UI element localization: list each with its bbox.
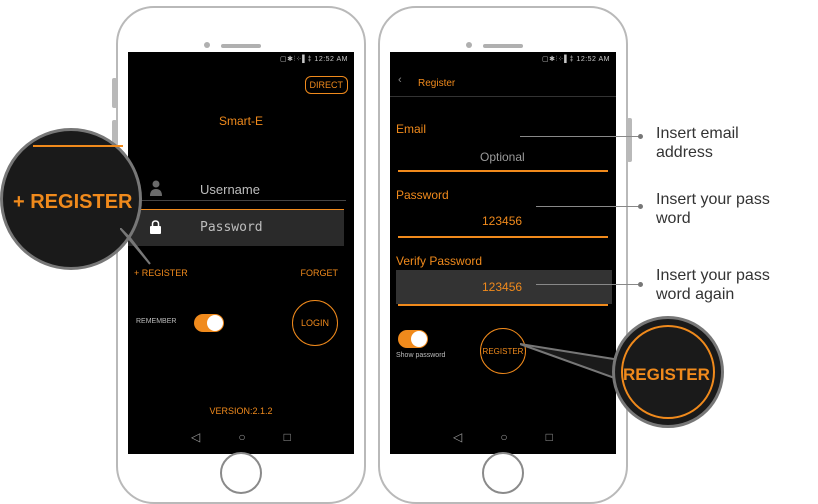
screen-title: Register [418, 78, 456, 89]
header-divider [390, 96, 616, 97]
zoom-register-button-text: REGISTER [623, 365, 710, 384]
nav-back-icon[interactable]: ◁ [453, 430, 462, 444]
side-button [627, 118, 632, 162]
home-button[interactable] [482, 452, 524, 494]
show-password-toggle[interactable] [398, 330, 428, 348]
callout-verify-password: Insert your pass word again [656, 267, 770, 303]
home-button[interactable] [220, 452, 262, 494]
back-icon[interactable]: ‹ [398, 74, 402, 86]
password-row: Password [128, 209, 344, 246]
callout-line [536, 206, 640, 207]
password-label: Password [396, 188, 449, 202]
callout-dot [638, 204, 643, 209]
speaker [483, 44, 523, 48]
speaker [221, 44, 261, 48]
email-label: Email [396, 122, 427, 136]
callout-dot [638, 282, 643, 287]
zoom-underline [33, 145, 123, 147]
remember-label: REMEMBER [136, 318, 177, 325]
forget-link[interactable]: FORGET [301, 268, 339, 278]
nav-recent-icon[interactable]: □ [546, 430, 553, 444]
callout-password: Insert your pass word [656, 191, 770, 227]
android-nav-bar: ◁ ○ □ [390, 420, 616, 454]
callout-dot [638, 134, 643, 139]
verify-password-input[interactable]: 123456 [482, 280, 522, 294]
verify-underline [398, 304, 608, 306]
side-button [112, 78, 117, 108]
password-input[interactable]: 123456 [482, 214, 522, 228]
register-screen: ▢✱⫶⁘▌‡ 12:52 AM ‹ Register Email Optiona… [390, 52, 616, 454]
nav-recent-icon[interactable]: □ [284, 430, 291, 444]
version-text: VERSION:2.1.2 [209, 406, 273, 416]
login-button[interactable]: LOGIN [292, 300, 338, 346]
user-icon [150, 180, 162, 196]
zoom-bubble-register-button: REGISTER [612, 316, 724, 428]
verify-password-row: 123456 [396, 270, 612, 304]
callout-line [536, 284, 640, 285]
username-input[interactable]: Username [200, 182, 260, 197]
remember-toggle[interactable] [194, 314, 224, 332]
password-input[interactable]: Password [200, 220, 263, 235]
camera [466, 42, 472, 48]
camera [204, 42, 210, 48]
login-screen: ▢✱⫶⁘▌‡ 12:52 AM DIRECT Smart-E Username … [128, 52, 354, 454]
status-bar: ▢✱⫶⁘▌‡ 12:52 AM [542, 56, 610, 63]
nav-home-icon[interactable]: ○ [238, 430, 245, 444]
nav-home-icon[interactable]: ○ [500, 430, 507, 444]
zoom-register-text: + REGISTER [13, 191, 133, 213]
callout-line [520, 136, 640, 137]
username-underline [136, 200, 346, 201]
zoom-pointer [120, 228, 151, 265]
android-nav-bar: ◁ ○ □ [128, 420, 354, 454]
phone-right: ▢✱⫶⁘▌‡ 12:52 AM ‹ Register Email Optiona… [378, 6, 632, 504]
app-title: Smart-E [218, 114, 263, 128]
nav-back-icon[interactable]: ◁ [191, 430, 200, 444]
email-underline [398, 170, 608, 172]
callout-email: Insert email address [656, 125, 739, 161]
password-underline [398, 236, 608, 238]
register-link[interactable]: + REGISTER [134, 268, 188, 278]
direct-button[interactable]: DIRECT [304, 76, 348, 94]
status-bar: ▢✱⫶⁘▌‡ 12:52 AM [280, 56, 348, 63]
verify-password-label: Verify Password [396, 254, 483, 268]
show-password-label: Show password [396, 352, 446, 359]
email-input[interactable]: Optional [480, 150, 525, 164]
